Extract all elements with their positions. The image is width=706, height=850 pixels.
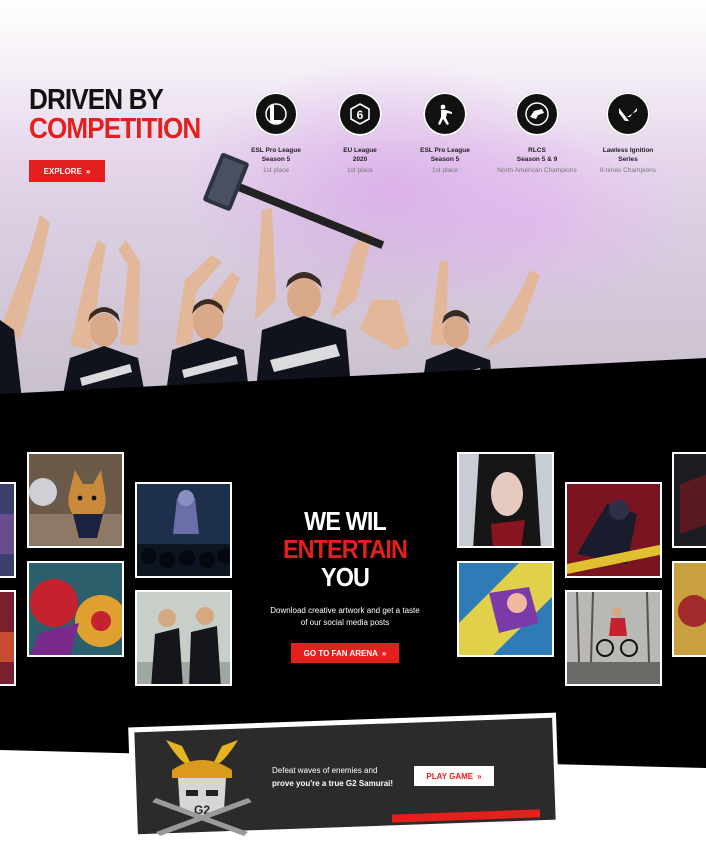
entertain-title-red: ENTERTAIN [282, 534, 408, 564]
achievement-title: Lawless Ignition [602, 147, 654, 154]
counter-strike-icon [423, 92, 467, 136]
bmx-photo-tile[interactable] [565, 590, 662, 686]
chevron-right-icon: » [381, 648, 387, 658]
svg-text:6: 6 [357, 108, 364, 122]
achievement-subtitle: 2020 [352, 156, 368, 163]
achievement-title: ESL Pro League [420, 147, 470, 154]
entertain-description: Download creative artwork and get a tast… [250, 605, 440, 629]
entertain-desc-line1: Download creative artwork and get a tast… [270, 606, 420, 615]
entertain-block: WE WIL ENTERTAIN YOU Download creative a… [250, 507, 440, 663]
hero-title-line2: COMPETITION [29, 113, 201, 145]
achievement-title: RLCS [528, 147, 546, 154]
achievement-item[interactable]: Lawless Ignition Series 8-times Champions [578, 92, 678, 174]
players-photo-tile[interactable] [135, 590, 232, 686]
achievement-result: 8-times Champions [600, 167, 656, 174]
fan-arena-button-label: GO TO FAN ARENA [303, 648, 378, 658]
rocket-league-icon [515, 92, 559, 136]
concert-art-tile[interactable] [135, 482, 232, 578]
fan-art-tile[interactable] [0, 590, 16, 686]
promo-text: Defeat waves of enemies and prove you're… [272, 764, 393, 790]
rainbow-six-icon: 6 [338, 92, 382, 136]
play-game-button-label: PLAY GAME [426, 771, 474, 781]
cosplay-photo-tile[interactable] [457, 452, 554, 548]
team-celebration-photo [0, 153, 540, 400]
chevron-right-icon: » [85, 166, 91, 176]
fan-art-tile[interactable] [27, 561, 124, 657]
fan-art-tile[interactable] [565, 482, 662, 578]
fan-art-tile[interactable] [672, 561, 706, 657]
explore-button-label: EXPLORE [43, 166, 82, 176]
g2-samurai-logo: G2 [152, 740, 252, 836]
achievement-subtitle: Season 5 [261, 156, 291, 163]
achievement-result: North American Champions [497, 167, 577, 174]
hero-title-line1: DRIVEN BY [29, 84, 164, 116]
promo-line1: Defeat waves of enemies and [272, 766, 378, 775]
promo-line2: prove you're a true G2 Samurai! [272, 779, 394, 788]
entertain-title-white: YOU [320, 562, 370, 592]
hero-section: DRIVEN BY COMPETITION EXPLORE » ESL Pro … [0, 0, 706, 400]
chevron-right-icon: » [477, 771, 482, 781]
achievements-row: ESL Pro League Season 5 1st place 6 EU Le… [240, 92, 680, 192]
league-of-legends-icon [254, 92, 298, 136]
achievement-result: 1st place [431, 167, 459, 174]
dog-photo-tile[interactable] [27, 452, 124, 548]
explore-button[interactable]: EXPLORE » [29, 160, 105, 182]
fan-art-tile[interactable] [672, 452, 706, 548]
hero-title: DRIVEN BY COMPETITION [29, 84, 201, 145]
entertain-title: WE WIL ENTERTAIN YOU [260, 507, 431, 591]
achievement-title: ESL Pro League [251, 147, 301, 154]
fan-art-tile[interactable] [0, 482, 16, 578]
achievement-subtitle: Season 5 [430, 156, 460, 163]
fan-art-tile[interactable] [457, 561, 554, 657]
achievement-item[interactable]: RLCS Season 5 & 9 North American Champion… [487, 92, 587, 174]
valorant-icon [606, 92, 650, 136]
play-game-button[interactable]: PLAY GAME » [414, 766, 494, 786]
achievement-subtitle: Series [618, 156, 638, 163]
entertain-title-line1: WE WIL [304, 506, 387, 536]
fan-arena-button[interactable]: GO TO FAN ARENA » [291, 643, 399, 663]
achievement-item[interactable]: ESL Pro League Season 5 1st place [395, 92, 495, 174]
achievement-subtitle: Season 5 & 9 [516, 156, 558, 163]
entertain-desc-line2: of our social media posts [300, 618, 390, 627]
achievement-title: EU League [343, 147, 377, 154]
